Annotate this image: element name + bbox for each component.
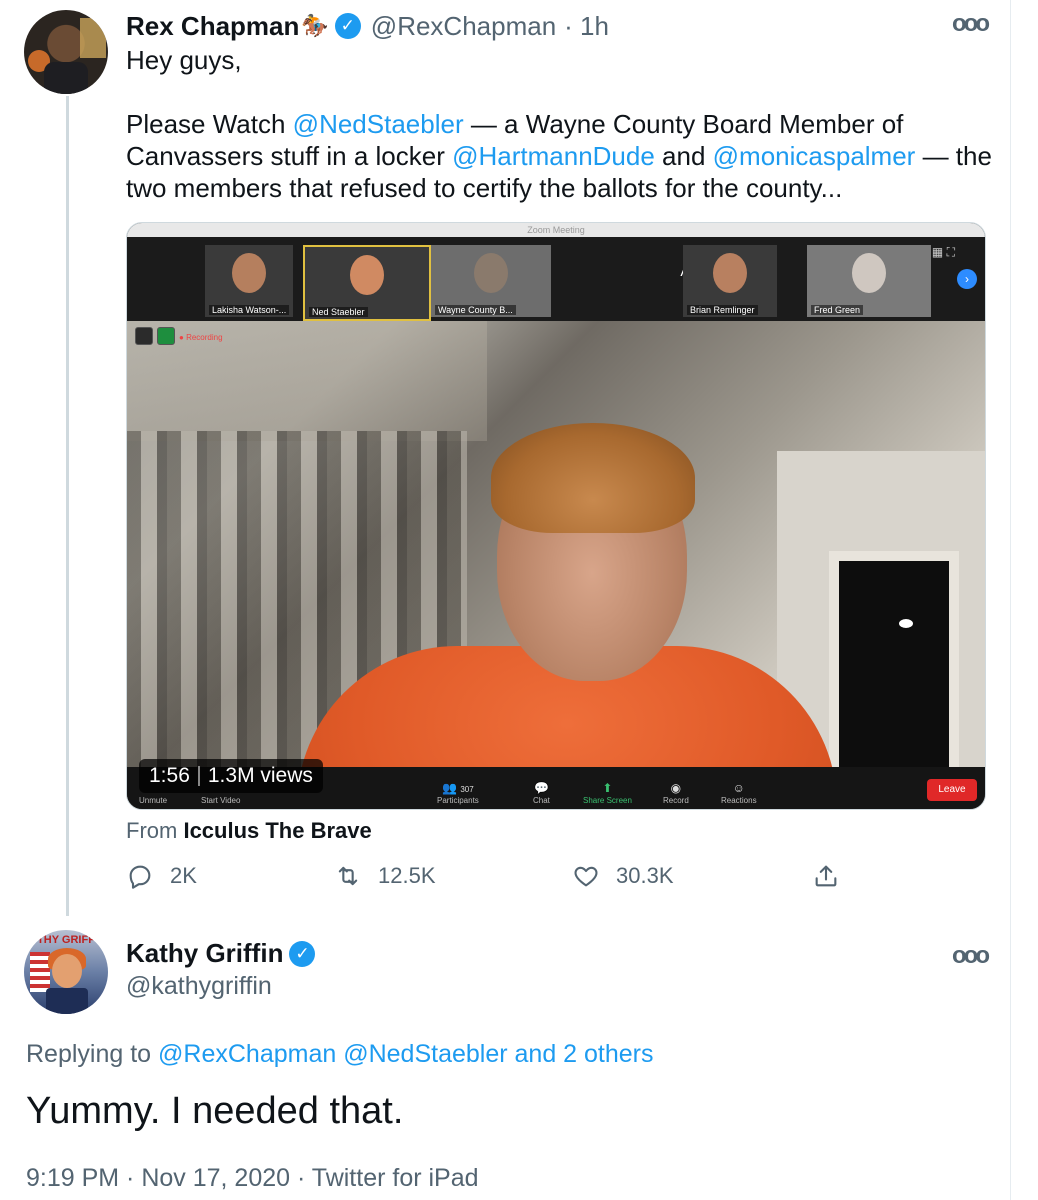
like-icon	[574, 866, 598, 887]
video-views: 1.3M views	[207, 764, 313, 787]
author-name[interactable]: Rex Chapman	[126, 11, 299, 42]
retweet-button[interactable]: 12.5K	[334, 862, 436, 890]
column-divider	[1010, 0, 1011, 1200]
reply-avatar[interactable]: THY GRIFF	[24, 930, 108, 1014]
unmute-control: Unmute	[139, 796, 168, 805]
mention-link[interactable]: @monicaspalmer	[713, 141, 916, 171]
chat-control: 💬 Chat	[533, 781, 550, 805]
grid-view-icon: ▦ ⛶	[931, 245, 955, 259]
record-control: ◉ Record	[663, 781, 689, 805]
horse-racing-emoji: 🏇	[301, 13, 329, 38]
next-page-icon: ›	[957, 269, 977, 289]
avatar-banner-text: THY GRIFF	[37, 934, 95, 946]
video-duration: 1:56	[149, 764, 190, 787]
record-icon: ◉	[670, 781, 682, 795]
replying-to-links[interactable]: @RexChapman @NedStaebler and 2 others	[158, 1040, 653, 1068]
reply-text: Yummy. I needed that.	[26, 1090, 404, 1132]
reply-author-handle[interactable]: @kathygriffin	[126, 972, 272, 1001]
info-icon	[135, 327, 153, 345]
verified-badge-icon: ✓	[334, 13, 361, 39]
reply-count: 2K	[170, 863, 197, 888]
tweet-header: Rex Chapman 🏇 ✓ @RexChapman · 1h	[126, 10, 609, 42]
leave-button: Leave	[927, 779, 977, 801]
more-icon[interactable]: ooo	[952, 942, 990, 970]
reply-icon	[129, 865, 151, 889]
chat-icon: 💬	[533, 781, 549, 795]
tweet-time[interactable]: · 1h	[564, 11, 609, 42]
reply-author-name[interactable]: Kathy Griffin	[126, 938, 283, 969]
verified-badge-icon: ✓	[289, 940, 316, 967]
participant-tile: Ned Staebler	[303, 245, 431, 321]
author-handle[interactable]: @RexChapman	[371, 11, 556, 42]
tweet-text: Hey guys, Please Watch @NedStaebler — a …	[126, 44, 996, 204]
like-button[interactable]: 30.3K	[572, 862, 674, 890]
video-frame	[127, 321, 985, 809]
more-icon[interactable]: ooo	[952, 10, 990, 38]
like-count: 30.3K	[616, 863, 674, 888]
source-account-link[interactable]: Icculus The Brave	[183, 818, 371, 843]
reply-button[interactable]: 2K	[126, 862, 197, 890]
participant-tile: Brian Remlinger	[683, 245, 777, 317]
participants-control: 👥 307 Participants	[437, 781, 479, 805]
share-screen-control: ⬆ Share Screen	[583, 781, 632, 805]
share-screen-icon: ⬆	[602, 781, 613, 795]
retweet-icon	[338, 866, 358, 886]
tweet-actions: 2K 12.5K 30.3K	[126, 862, 866, 902]
mention-link[interactable]: @HartmannDude	[452, 141, 655, 171]
video-player[interactable]: Zoom Meeting Lakisha Watson-... Ned Stae…	[126, 222, 986, 810]
thread-connector	[66, 96, 69, 916]
reactions-icon: ☺	[732, 781, 745, 795]
avatar[interactable]	[24, 10, 108, 94]
mention-link[interactable]: @NedStaebler	[293, 109, 464, 139]
participant-tile: Wayne County B...	[431, 245, 551, 317]
participants-icon: 👥 307	[442, 781, 474, 795]
video-overlay-badge: 1:56 1.3M views	[139, 759, 323, 793]
tweet-text-segment: and	[654, 141, 713, 171]
recording-indicator: ● Recording	[179, 333, 223, 342]
reactions-control: ☺ Reactions	[721, 781, 757, 805]
share-icon	[815, 865, 837, 887]
start-video-control: Start Video	[201, 796, 241, 805]
share-button[interactable]	[812, 862, 856, 890]
zoom-window-title: Zoom Meeting	[127, 223, 985, 237]
meeting-status-icons	[135, 327, 175, 345]
video-attribution: From Icculus The Brave	[126, 818, 372, 843]
participant-tile: Fred Green	[807, 245, 931, 317]
retweet-count: 12.5K	[378, 863, 436, 888]
reply-timestamp[interactable]: 9:19 PM · Nov 17, 2020 · Twitter for iPa…	[26, 1164, 479, 1193]
tweet-text-segment: Hey guys, Please Watch	[126, 45, 286, 139]
participant-tile: Lakisha Watson-...	[205, 245, 293, 317]
shield-icon	[157, 327, 175, 345]
reply-author: Kathy Griffin ✓	[126, 938, 316, 969]
replying-to: Replying to @RexChapman @NedStaebler and…	[26, 1040, 654, 1068]
